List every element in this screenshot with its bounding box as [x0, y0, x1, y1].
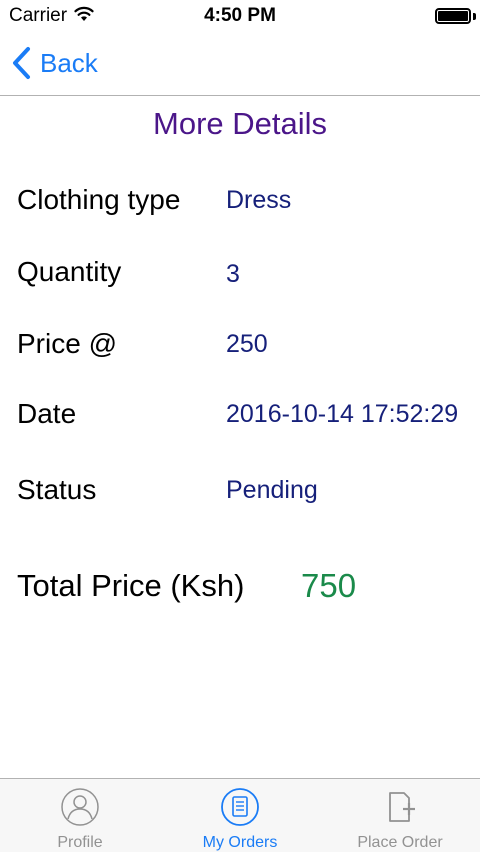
orders-list-icon: [221, 788, 259, 826]
detail-value: 250: [226, 330, 268, 358]
tab-my-orders[interactable]: My Orders: [160, 779, 320, 852]
status-bar: Carrier 4:50 PM: [0, 0, 480, 32]
detail-row-status: Status Pending: [0, 472, 480, 512]
tab-label: My Orders: [202, 834, 278, 851]
detail-label: Price @: [17, 328, 117, 359]
navigation-bar: Back: [0, 32, 480, 96]
page-title: More Details: [153, 106, 327, 141]
battery-level: [438, 11, 468, 21]
person-icon: [61, 788, 99, 826]
detail-row-date: Date 2016-10-14 17:52:29: [0, 396, 480, 436]
total-price-value: 750: [301, 567, 357, 604]
total-price-label: Total Price (Ksh): [17, 568, 245, 603]
battery-icon: [435, 8, 471, 24]
status-time: 4:50 PM: [204, 5, 276, 26]
back-label: Back: [40, 47, 98, 78]
add-document-icon: [389, 792, 415, 822]
detail-value: Pending: [226, 476, 318, 504]
detail-label: Date: [17, 398, 77, 429]
back-button[interactable]: Back: [10, 46, 98, 80]
tab-label: Profile: [57, 834, 103, 851]
chevron-left-icon: [13, 47, 30, 79]
detail-label: Clothing type: [17, 184, 181, 215]
detail-label: Status: [17, 474, 97, 505]
detail-row-clothing-type: Clothing type Dress: [0, 182, 480, 222]
tab-bar: Profile My Orders Place Order: [0, 778, 480, 852]
detail-row-price: Price @ 250: [0, 326, 480, 366]
detail-value: 2016-10-14 17:52:29: [226, 400, 459, 428]
tab-place-order[interactable]: Place Order: [320, 779, 480, 852]
detail-value: Dress: [226, 186, 292, 214]
battery-tip: [473, 13, 476, 20]
detail-row-quantity: Quantity 3: [0, 254, 480, 294]
tab-profile[interactable]: Profile: [0, 779, 160, 852]
tab-label: Place Order: [357, 834, 443, 851]
detail-label: Quantity: [17, 256, 122, 287]
detail-value: 3: [226, 260, 240, 288]
